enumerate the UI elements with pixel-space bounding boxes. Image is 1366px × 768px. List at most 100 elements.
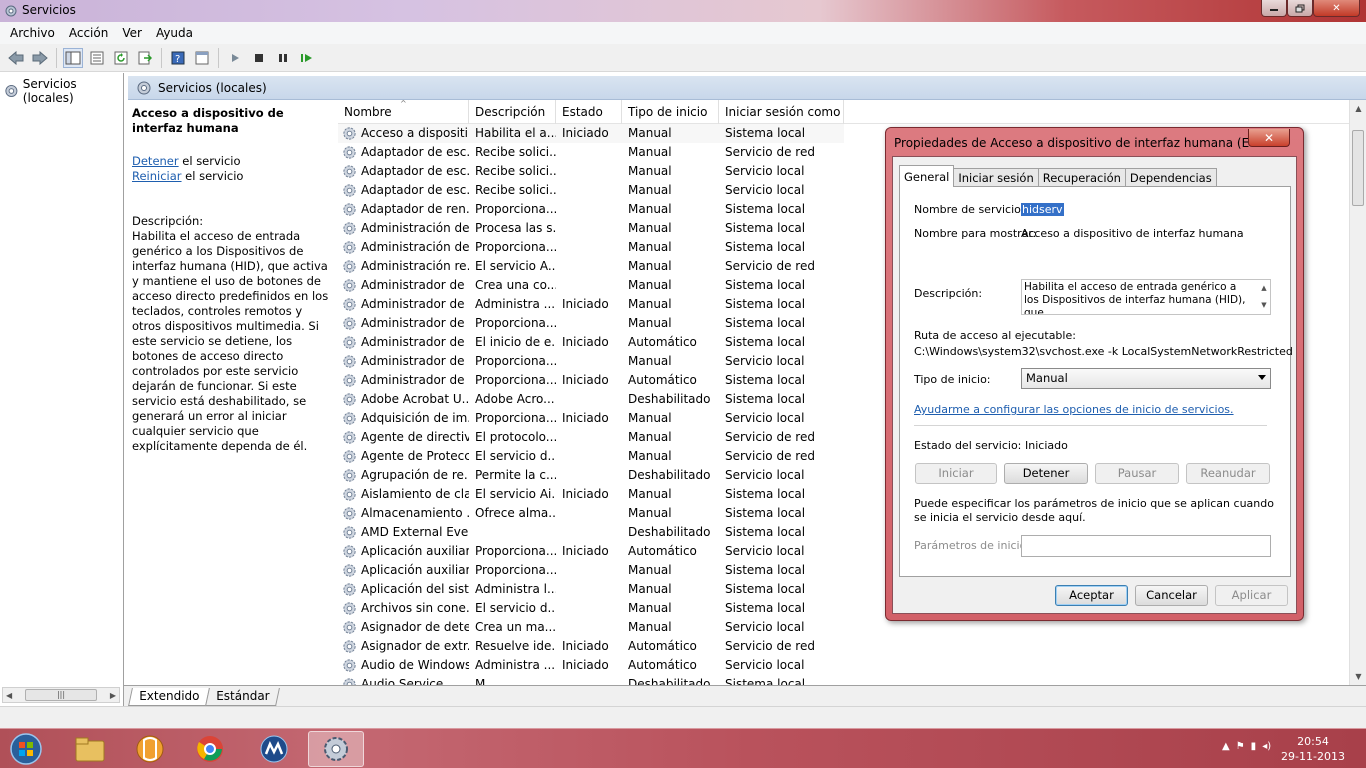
scroll-up-icon[interactable]: ▲ bbox=[1261, 282, 1266, 295]
restore-button[interactable] bbox=[1287, 0, 1313, 17]
taskbar-chrome[interactable] bbox=[182, 731, 238, 767]
ok-button[interactable]: Aceptar bbox=[1055, 585, 1128, 606]
restart-service-link[interactable]: Reiniciar bbox=[132, 169, 182, 183]
sort-ascending-icon: ^ bbox=[400, 100, 407, 108]
startup-help-link[interactable]: Ayudarme a configurar las opciones de in… bbox=[914, 403, 1234, 416]
tab-general[interactable]: General bbox=[899, 165, 955, 187]
scroll-right-icon[interactable]: ▶ bbox=[110, 691, 116, 700]
menu-ayuda[interactable]: Ayuda bbox=[150, 24, 199, 42]
column-header-startup[interactable]: Tipo de inicio bbox=[622, 100, 719, 124]
service-startup-type: Manual bbox=[628, 449, 672, 463]
apply-button[interactable]: Aplicar bbox=[1215, 585, 1288, 606]
column-header-state[interactable]: Estado bbox=[556, 100, 622, 124]
executable-path-value[interactable]: C:\Windows\system32\svchost.exe -k Local… bbox=[914, 345, 1293, 358]
service-gear-icon bbox=[343, 241, 356, 254]
stop-service-link[interactable]: Detener bbox=[132, 154, 179, 168]
show-tree-button[interactable] bbox=[63, 47, 83, 68]
taskbar-vlc[interactable] bbox=[122, 731, 178, 767]
column-header-name[interactable]: ^ Nombre bbox=[338, 100, 469, 124]
restart-service-button[interactable] bbox=[297, 48, 317, 68]
stop-service-button[interactable] bbox=[249, 48, 269, 68]
table-row[interactable]: Asignador de extr... Resuelve ide... Inici… bbox=[338, 637, 1350, 656]
start-service-button[interactable] bbox=[225, 48, 245, 68]
tree-item-services-local[interactable]: Servicios (locales) bbox=[4, 77, 123, 105]
tab-estandar[interactable]: Estándar bbox=[205, 688, 281, 706]
service-name: Adaptador de esc... bbox=[361, 183, 469, 197]
resume-button[interactable]: Reanudar bbox=[1186, 463, 1270, 484]
service-gear-icon bbox=[343, 431, 356, 444]
service-gear-icon bbox=[343, 507, 356, 520]
show-hidden-icons-icon[interactable]: ▲ bbox=[1222, 741, 1230, 752]
forward-button[interactable] bbox=[30, 48, 50, 68]
menu-archivo[interactable]: Archivo bbox=[4, 24, 61, 42]
service-logon-as: Sistema local bbox=[725, 335, 806, 349]
action-center-icon[interactable]: ⚑ bbox=[1236, 741, 1245, 752]
cancel-button[interactable]: Cancelar bbox=[1135, 585, 1208, 606]
scroll-thumb[interactable] bbox=[1352, 130, 1364, 206]
tab-extendido[interactable]: Extendido bbox=[128, 688, 211, 706]
service-name: Administrador de ... bbox=[361, 373, 469, 387]
service-name: Agente de directiv... bbox=[361, 430, 469, 444]
taskbar-explorer[interactable] bbox=[62, 731, 118, 767]
startup-type-select[interactable]: Manual bbox=[1021, 368, 1271, 389]
service-logon-as: Sistema local bbox=[725, 316, 806, 330]
service-startup-type: Automático bbox=[628, 639, 697, 653]
export-list-button[interactable] bbox=[135, 48, 155, 68]
minimize-button[interactable] bbox=[1261, 0, 1287, 17]
scroll-thumb[interactable]: ||| bbox=[25, 689, 97, 701]
menu-accion[interactable]: Acción bbox=[63, 24, 114, 42]
service-startup-type: Automático bbox=[628, 335, 697, 349]
properties-view-button[interactable] bbox=[87, 48, 107, 68]
service-name: Acceso a dispositi... bbox=[361, 126, 469, 140]
scroll-left-icon[interactable]: ◀ bbox=[6, 691, 12, 700]
scroll-up-icon[interactable]: ▲ bbox=[1350, 100, 1366, 117]
console-view-button[interactable] bbox=[192, 48, 212, 68]
dialog-close-button[interactable]: ✕ bbox=[1248, 129, 1290, 147]
column-name-label: Nombre bbox=[344, 105, 392, 119]
service-logon-as: Servicio local bbox=[725, 354, 805, 368]
service-name: Administrador de ... bbox=[361, 354, 469, 368]
service-startup-type: Manual bbox=[628, 354, 672, 368]
tab-dependencias[interactable]: Dependencias bbox=[1124, 168, 1217, 187]
stop-suffix: el servicio bbox=[178, 154, 241, 168]
start-params-input[interactable] bbox=[1021, 535, 1271, 557]
menu-ver[interactable]: Ver bbox=[116, 24, 148, 42]
stop-button[interactable]: Detener bbox=[1004, 463, 1088, 484]
service-status-value: Iniciado bbox=[1025, 439, 1068, 452]
close-button[interactable]: ✕ bbox=[1313, 0, 1360, 17]
service-gear-icon bbox=[343, 279, 356, 292]
pause-button[interactable]: Pausar bbox=[1095, 463, 1179, 484]
list-vertical-scrollbar[interactable]: ▲ ▼ bbox=[1349, 100, 1366, 685]
table-row[interactable]: Audio Service M... Deshabilitado Sistema lo… bbox=[338, 675, 1350, 685]
scroll-down-icon[interactable]: ▼ bbox=[1261, 299, 1266, 312]
description-scrollbar[interactable]: ▲ ▼ bbox=[1258, 280, 1270, 314]
tree-horizontal-scrollbar[interactable]: ◀ ||| ▶ bbox=[2, 687, 120, 703]
column-header-description[interactable]: Descripción bbox=[469, 100, 556, 124]
service-name-cell: Audio de Windows bbox=[338, 656, 469, 675]
window-titlebar[interactable]: Servicios ✕ bbox=[0, 0, 1366, 22]
service-name-cell: Acceso a dispositi... bbox=[338, 124, 469, 143]
tab-recuperacion[interactable]: Recuperación bbox=[1037, 168, 1126, 187]
scroll-down-icon[interactable]: ▼ bbox=[1350, 668, 1366, 685]
taskbar-clock[interactable]: 20:54 29-11-2013 bbox=[1268, 734, 1358, 764]
start-button[interactable]: Iniciar bbox=[915, 463, 997, 484]
back-button[interactable] bbox=[6, 48, 26, 68]
display-name-value[interactable]: Acceso a dispositivo de interfaz humana bbox=[1021, 227, 1244, 240]
pause-icon bbox=[279, 53, 287, 62]
start-button[interactable] bbox=[6, 731, 46, 767]
toolbar-separator bbox=[56, 47, 57, 68]
service-gear-icon bbox=[343, 469, 356, 482]
service-name-value[interactable]: hidserv bbox=[1021, 203, 1064, 216]
pause-service-button[interactable] bbox=[273, 48, 293, 68]
taskbar-services[interactable] bbox=[308, 731, 364, 767]
service-name-cell: Archivos sin cone... bbox=[338, 599, 469, 618]
refresh-button[interactable] bbox=[111, 48, 131, 68]
help-button[interactable]: ? bbox=[168, 48, 188, 68]
column-header-logon[interactable]: Iniciar sesión como bbox=[719, 100, 844, 124]
table-row[interactable]: Audio de Windows Administra ... Iniciado Au… bbox=[338, 656, 1350, 675]
description-textbox[interactable]: Habilita el acceso de entrada genérico a… bbox=[1021, 279, 1271, 315]
taskbar-app[interactable] bbox=[246, 731, 302, 767]
network-signal-icon[interactable]: ▮ bbox=[1251, 741, 1257, 752]
tab-iniciar-sesion[interactable]: Iniciar sesión bbox=[953, 168, 1039, 187]
service-description: Administra ... bbox=[475, 297, 556, 311]
